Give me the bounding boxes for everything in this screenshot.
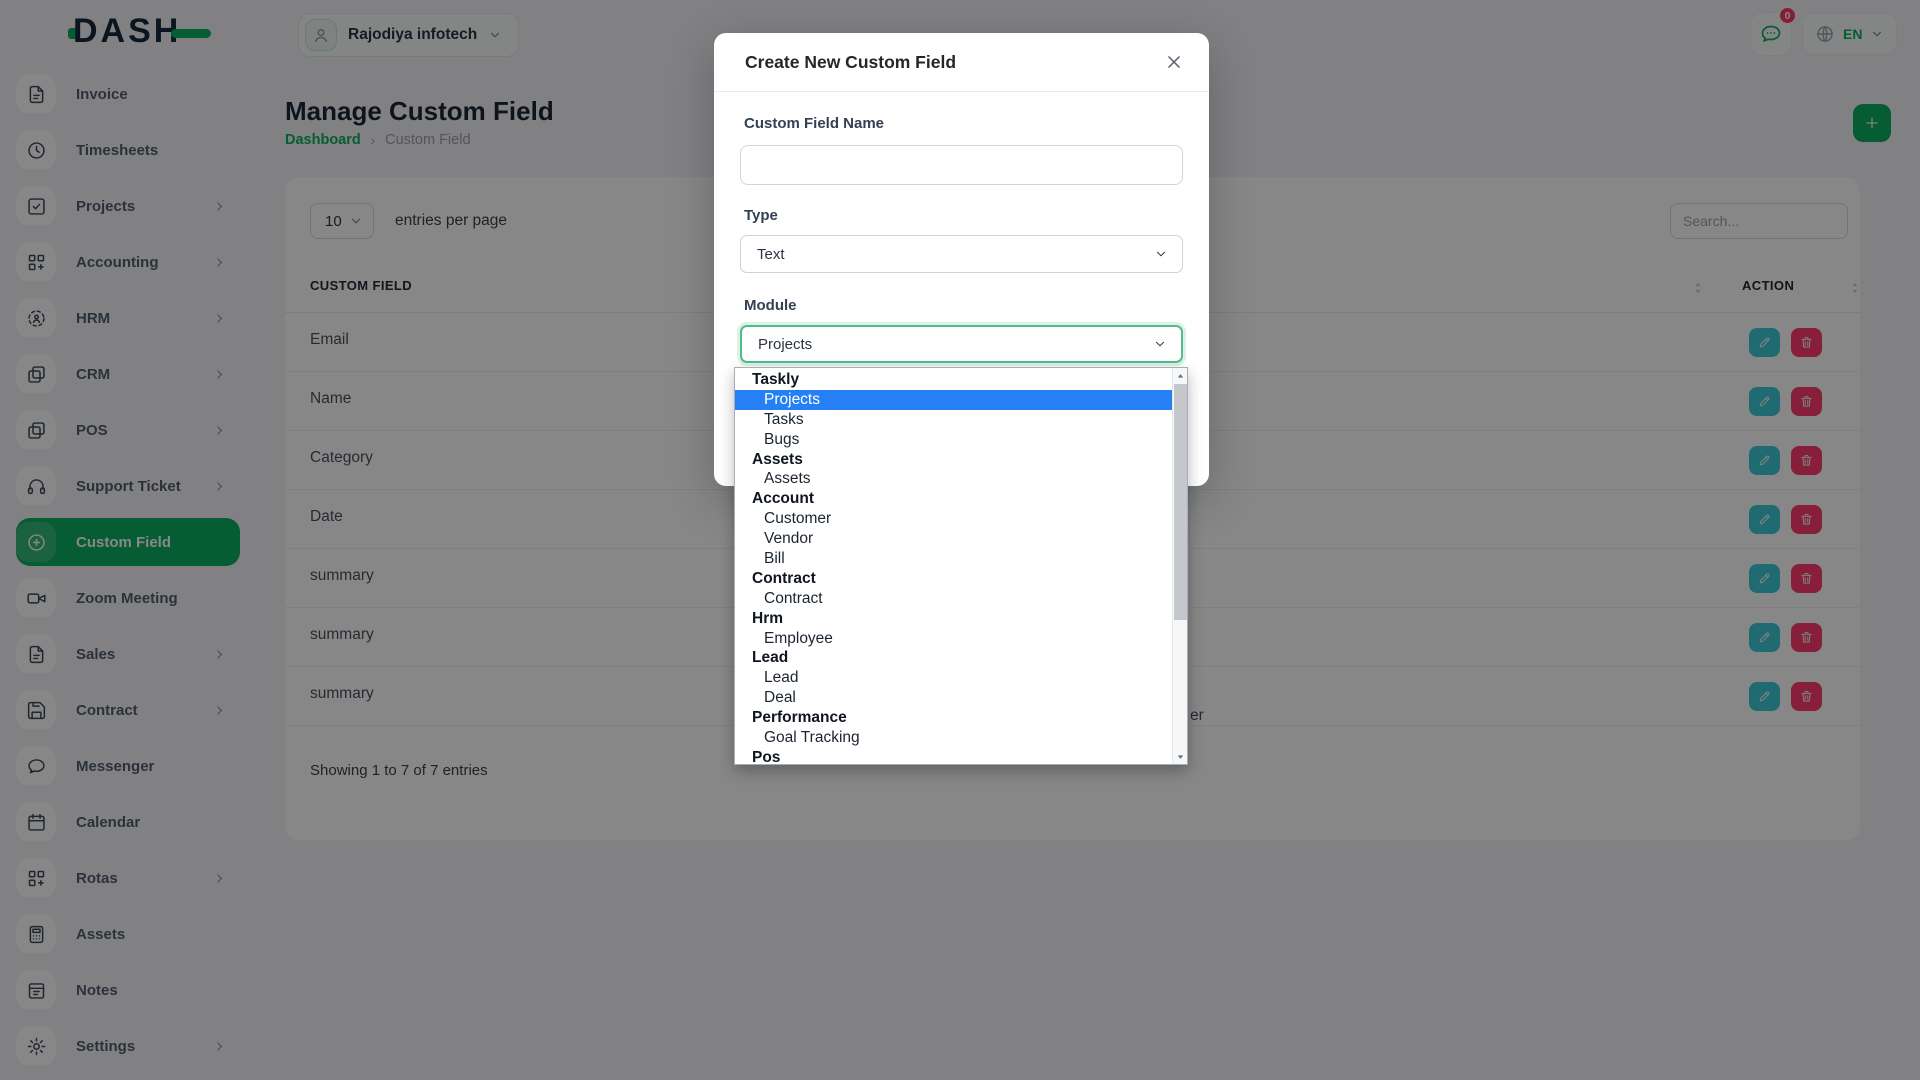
module-option-group-account: Account [735, 489, 1172, 509]
module-option-group-pos: Pos [735, 748, 1172, 765]
module-option-group-performance: Performance [735, 708, 1172, 728]
scrollbar-thumb[interactable] [1174, 384, 1187, 620]
app-canvas: DASH Rajodiya infotech 0 EN InvoiceTimes… [0, 0, 1920, 1080]
module-option-vendor[interactable]: Vendor [735, 529, 1172, 549]
chevron-down-icon [1153, 337, 1167, 351]
module-option-bugs[interactable]: Bugs [735, 430, 1172, 450]
module-option-group-assets: Assets [735, 450, 1172, 470]
type-select[interactable]: Text [740, 235, 1183, 273]
module-option-contract[interactable]: Contract [735, 589, 1172, 609]
module-option-bill[interactable]: Bill [735, 549, 1172, 569]
dropdown-scrollbar[interactable] [1172, 368, 1187, 764]
module-option-lead[interactable]: Lead [735, 668, 1172, 688]
module-option-goal-tracking[interactable]: Goal Tracking [735, 728, 1172, 748]
module-option-assets[interactable]: Assets [735, 469, 1172, 489]
module-option-group-hrm: Hrm [735, 609, 1172, 629]
module-option-group-contract: Contract [735, 569, 1172, 589]
custom-field-name-label: Custom Field Name [744, 115, 884, 132]
module-option-projects[interactable]: Projects [735, 390, 1172, 410]
module-option-group-taskly: Taskly [735, 370, 1172, 390]
module-option-deal[interactable]: Deal [735, 688, 1172, 708]
scroll-down-arrow-icon[interactable] [1173, 749, 1188, 763]
scroll-up-arrow-icon[interactable] [1173, 369, 1188, 383]
module-option-customer[interactable]: Customer [735, 509, 1172, 529]
close-icon[interactable] [1163, 51, 1185, 73]
modal-header: Create New Custom Field [714, 33, 1209, 92]
module-dropdown-options: TasklyProjectsTasksBugsAssetsAssetsAccou… [735, 370, 1172, 765]
module-select[interactable]: Projects [740, 325, 1183, 363]
module-select-value: Projects [758, 336, 812, 353]
custom-field-name-input[interactable] [740, 145, 1183, 185]
type-label: Type [744, 207, 778, 224]
module-option-tasks[interactable]: Tasks [735, 410, 1172, 430]
module-label: Module [744, 297, 797, 314]
module-dropdown-list: TasklyProjectsTasksBugsAssetsAssetsAccou… [734, 367, 1188, 765]
module-option-employee[interactable]: Employee [735, 629, 1172, 649]
chevron-down-icon [1154, 247, 1168, 261]
modal-title: Create New Custom Field [745, 52, 956, 73]
module-option-group-lead: Lead [735, 648, 1172, 668]
type-select-value: Text [757, 246, 785, 263]
